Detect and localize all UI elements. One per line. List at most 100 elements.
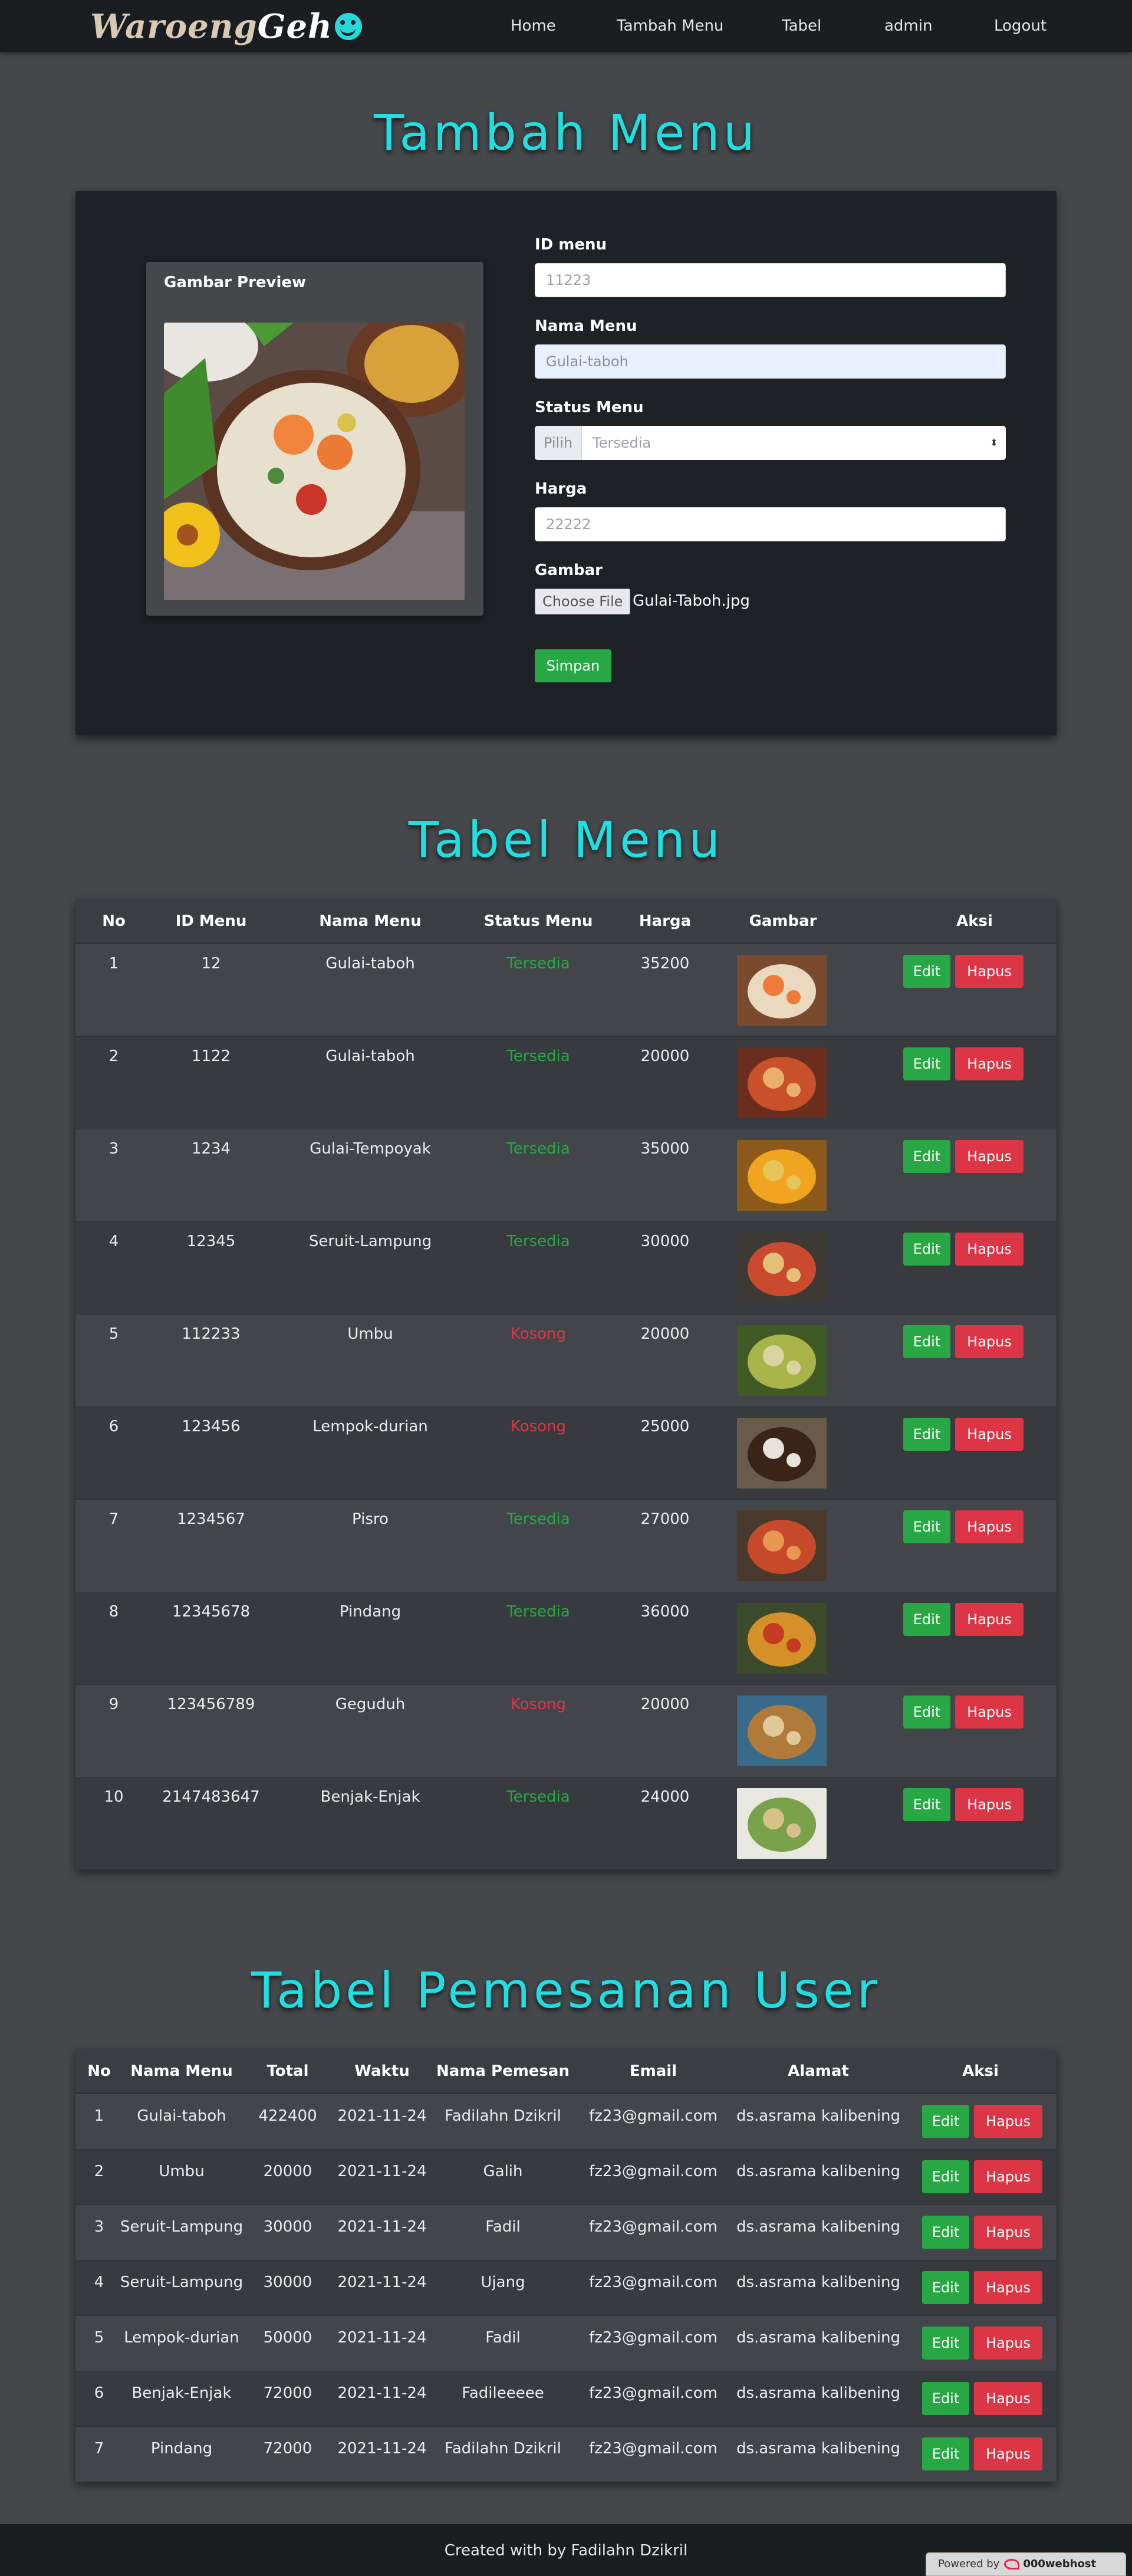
order-waktu: 2021-11-24 bbox=[337, 2218, 427, 2236]
simpan-button[interactable]: Simpan bbox=[535, 649, 611, 682]
row-nama-menu: Umbu bbox=[347, 1325, 393, 1343]
hapus-button[interactable]: Hapus bbox=[955, 1140, 1024, 1173]
powered-by-badge[interactable]: Powered by 000webhost bbox=[926, 2552, 1126, 2576]
row-no: 10 bbox=[104, 1788, 124, 1806]
powered-brand: 000webhost bbox=[1023, 2558, 1097, 2570]
powered-prefix: Powered by bbox=[938, 2558, 1000, 2570]
preview-title: Gambar Preview bbox=[164, 274, 307, 291]
nama-menu-input[interactable]: Gulai-taboh bbox=[535, 344, 1006, 379]
status-select-value: Tersedia bbox=[593, 435, 651, 451]
menu-thumbnail bbox=[737, 1140, 827, 1211]
menu-thumbnail bbox=[737, 1603, 827, 1674]
order-customer: Ujang bbox=[481, 2273, 525, 2291]
row-status-menu: Tersedia bbox=[506, 1603, 570, 1621]
page-title-tabel-menu: Tabel Menu bbox=[408, 811, 724, 869]
hapus-button[interactable]: Hapus bbox=[955, 1233, 1024, 1266]
order-waktu: 2021-11-24 bbox=[337, 2273, 427, 2291]
order-menu: Benjak-Enjak bbox=[131, 2384, 232, 2402]
row-status-menu: Tersedia bbox=[506, 1510, 570, 1528]
edit-button[interactable]: Edit bbox=[922, 2327, 969, 2360]
hapus-button[interactable]: Hapus bbox=[955, 1418, 1024, 1451]
row-id-menu: 12345678 bbox=[172, 1603, 251, 1621]
edit-button[interactable]: Edit bbox=[903, 1233, 950, 1266]
order-waktu: 2021-11-24 bbox=[337, 2163, 427, 2180]
row-no: 4 bbox=[108, 1233, 119, 1250]
nav-admin[interactable]: admin bbox=[884, 14, 932, 38]
row-no: 7 bbox=[108, 1510, 119, 1528]
hapus-button[interactable]: Hapus bbox=[974, 2327, 1042, 2360]
row-status-menu: Tersedia bbox=[506, 1047, 570, 1065]
row-nama-menu: Gulai-taboh bbox=[325, 955, 415, 972]
order-total: 50000 bbox=[263, 2329, 312, 2347]
edit-button[interactable]: Edit bbox=[903, 1325, 950, 1358]
order-waktu: 2021-11-24 bbox=[337, 2440, 427, 2457]
nav-logout[interactable]: Logout bbox=[994, 14, 1047, 38]
hapus-button[interactable]: Hapus bbox=[955, 1603, 1024, 1636]
edit-button[interactable]: Edit bbox=[922, 2160, 969, 2193]
edit-button[interactable]: Edit bbox=[903, 1140, 950, 1173]
table-row: 4 Seruit-Lampung 30000 2021-11-24 Ujang fz23@… bbox=[75, 2260, 1057, 2315]
menu-thumbnail bbox=[737, 1047, 827, 1118]
edit-button[interactable]: Edit bbox=[903, 1418, 950, 1451]
hapus-button[interactable]: Hapus bbox=[955, 955, 1024, 988]
edit-button[interactable]: Edit bbox=[903, 955, 950, 988]
status-menu-select[interactable]: Pilih Tersedia ⬍ bbox=[535, 426, 1006, 460]
smiley-icon bbox=[334, 13, 362, 40]
menu-thumbnail bbox=[737, 1788, 827, 1859]
edit-button[interactable]: Edit bbox=[903, 1603, 950, 1636]
col-aksi: Aksi bbox=[956, 912, 993, 930]
col-no: No bbox=[102, 912, 126, 930]
edit-button[interactable]: Edit bbox=[922, 2382, 969, 2415]
hapus-button[interactable]: Hapus bbox=[974, 2382, 1042, 2415]
col-id-menu: ID Menu bbox=[175, 912, 247, 930]
edit-button[interactable]: Edit bbox=[903, 1788, 950, 1821]
nav-tambah-menu[interactable]: Tambah Menu bbox=[617, 14, 723, 38]
order-customer: Fadil bbox=[485, 2218, 521, 2236]
order-waktu: 2021-11-24 bbox=[337, 2107, 427, 2125]
hapus-button[interactable]: Hapus bbox=[955, 1510, 1024, 1543]
id-menu-input[interactable]: 11223 bbox=[535, 263, 1006, 297]
edit-button[interactable]: Edit bbox=[903, 1696, 950, 1729]
brand-logo[interactable]: Waroeng Geh bbox=[90, 6, 362, 47]
row-harga: 35200 bbox=[640, 955, 690, 972]
edit-button[interactable]: Edit bbox=[922, 2105, 969, 2138]
edit-button[interactable]: Edit bbox=[922, 2437, 969, 2470]
hapus-button[interactable]: Hapus bbox=[974, 2437, 1042, 2470]
hapus-button[interactable]: Hapus bbox=[955, 1696, 1024, 1729]
order-menu: Pindang bbox=[150, 2440, 213, 2457]
brand-word: Waroeng bbox=[90, 7, 258, 46]
edit-button[interactable]: Edit bbox=[922, 2271, 969, 2304]
row-no: 9 bbox=[108, 1696, 119, 1713]
nav-tabel[interactable]: Tabel bbox=[782, 14, 821, 38]
harga-input[interactable]: 22222 bbox=[535, 507, 1006, 541]
row-harga: 30000 bbox=[640, 1233, 690, 1250]
hapus-button[interactable]: Hapus bbox=[974, 2160, 1042, 2193]
hapus-button[interactable]: Hapus bbox=[974, 2105, 1042, 2138]
table-row: 1 Gulai-taboh 422400 2021-11-24 Fadilahn Dzi… bbox=[75, 2094, 1057, 2149]
hapus-button[interactable]: Hapus bbox=[974, 2216, 1042, 2249]
edit-button[interactable]: Edit bbox=[922, 2216, 969, 2249]
col-gambar: Gambar bbox=[749, 912, 817, 930]
order-no: 7 bbox=[94, 2440, 104, 2457]
order-no: 6 bbox=[94, 2384, 104, 2402]
table-row: 9 123456789 Geguduh Kosong 20000 Edit Hapus bbox=[75, 1684, 1057, 1777]
hapus-button[interactable]: Hapus bbox=[955, 1047, 1024, 1080]
order-email: fz23@gmail.com bbox=[589, 2273, 718, 2291]
menu-thumbnail bbox=[737, 1325, 827, 1396]
order-total: 422400 bbox=[258, 2107, 317, 2125]
menu-thumbnail bbox=[737, 1696, 827, 1766]
choose-file-button[interactable]: Choose File bbox=[535, 589, 631, 615]
row-harga: 25000 bbox=[640, 1418, 690, 1435]
order-total: 30000 bbox=[263, 2218, 312, 2236]
row-status-menu: Tersedia bbox=[506, 1233, 570, 1250]
hapus-button[interactable]: Hapus bbox=[974, 2271, 1042, 2304]
hapus-button[interactable]: Hapus bbox=[955, 1788, 1024, 1821]
edit-button[interactable]: Edit bbox=[903, 1047, 950, 1080]
order-total: 30000 bbox=[263, 2273, 312, 2291]
nav-home[interactable]: Home bbox=[511, 14, 556, 38]
col-status-menu: Status Menu bbox=[483, 912, 593, 930]
hapus-button[interactable]: Hapus bbox=[955, 1325, 1024, 1358]
table-row: 1 12 Gulai-taboh Tersedia 35200 Edit Hapus bbox=[75, 944, 1057, 1036]
edit-button[interactable]: Edit bbox=[903, 1510, 950, 1543]
menu-thumbnail bbox=[737, 1418, 827, 1489]
